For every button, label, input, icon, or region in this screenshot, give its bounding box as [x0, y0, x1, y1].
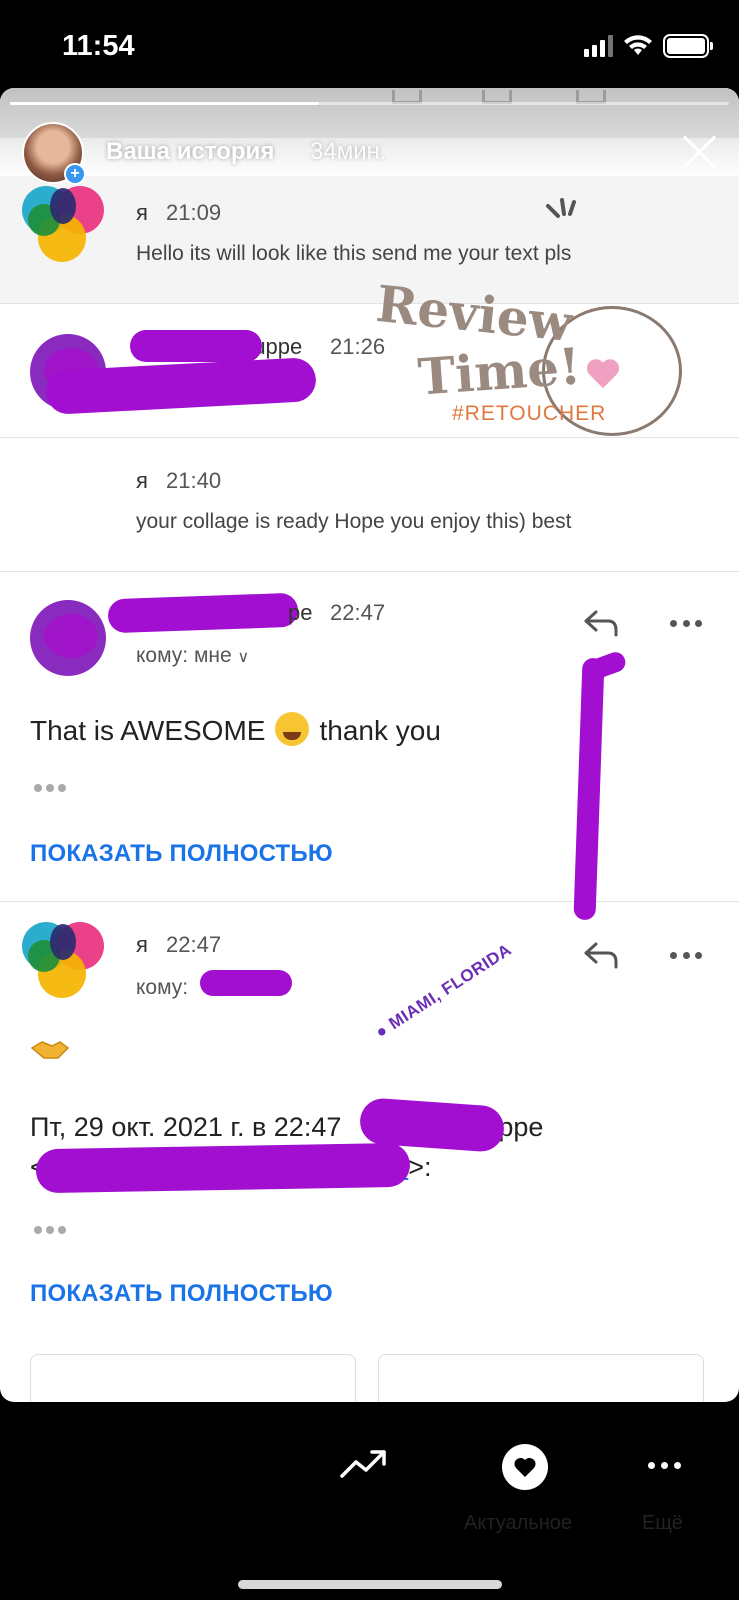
story-content[interactable]: я 21:09 Hello its will look like this se… — [0, 88, 739, 1402]
email-time: 22:47 — [330, 600, 386, 625]
more-label: Ещё — [642, 1512, 683, 1534]
show-full-button[interactable]: ПОКАЗАТЬ ПОЛНОСТЬЮ — [30, 840, 333, 868]
email-time: 21:09 — [166, 200, 222, 225]
email-sender: pe — [288, 600, 313, 625]
body-text-end: thank you — [319, 715, 441, 746]
redaction-scribble — [35, 1142, 411, 1194]
email-row[interactable]: я 21:09 Hello its will look like this se… — [0, 176, 739, 304]
forward-option-card[interactable] — [378, 1354, 704, 1402]
heart-icon — [514, 1457, 536, 1477]
email-snippet: your collage is ready Hope you enjoy thi… — [136, 510, 572, 533]
expand-quoted-icon[interactable] — [34, 784, 66, 792]
redaction-scribble — [130, 330, 262, 362]
body-text-start: That is AWESOME — [30, 715, 266, 746]
story-bottom-bar: Актуальное Ещё — [0, 1402, 739, 1600]
email-time: 21:40 — [166, 468, 222, 493]
heart-sticker-icon — [590, 360, 620, 390]
sparkle-lines-icon — [546, 198, 576, 218]
opened-email: pe 22:47 кому: мне ∨ That is AWESOME than… — [0, 572, 739, 902]
reply-option-card[interactable] — [30, 1354, 356, 1402]
email-body: That is AWESOME thank you — [30, 712, 441, 747]
story-title[interactable]: Ваша история — [106, 138, 274, 166]
highlight-button[interactable] — [502, 1444, 548, 1490]
signal-icon — [584, 35, 613, 57]
to-recipient: кому: — [136, 976, 189, 999]
email-sender: я — [136, 932, 148, 957]
chevron-down-icon: ∨ — [237, 649, 250, 666]
story-progress-fill — [10, 102, 320, 105]
to-line[interactable]: кому: — [136, 976, 188, 1000]
star-struck-emoji-icon — [275, 712, 310, 746]
add-story-icon[interactable]: + — [64, 163, 86, 185]
to-recipient: кому: мне — [136, 644, 232, 667]
reply-icon[interactable] — [582, 608, 622, 638]
close-icon[interactable] — [680, 132, 720, 172]
battery-icon — [663, 34, 713, 58]
email-snippet: Hello its will look like this send me yo… — [136, 242, 572, 265]
reply-icon[interactable] — [582, 940, 622, 970]
story-progress-bar — [10, 102, 729, 105]
handshake-emoji-icon — [30, 1041, 70, 1059]
sender-logo-avatar — [22, 186, 106, 270]
wifi-icon — [624, 35, 652, 55]
status-time: 11:54 — [62, 30, 135, 62]
trending-icon[interactable] — [340, 1448, 388, 1480]
instagram-story-screen: 11:54 я 21:09 Hello its will look like t… — [0, 0, 739, 1600]
email-time: 21:26 — [330, 334, 386, 359]
quote-date: Пт, 29 окт. 2021 г. в 22:47 — [30, 1112, 342, 1142]
retoucher-hashtag: #RETOUCHER — [452, 402, 607, 425]
email-sender: я — [136, 468, 148, 493]
email-row[interactable]: я 21:40 your collage is ready Hope you e… — [0, 438, 739, 572]
to-line[interactable]: кому: мне ∨ — [136, 644, 249, 668]
show-full-button[interactable]: ПОКАЗАТЬ ПОЛНОСТЬЮ — [30, 1280, 333, 1308]
redacted-avatar — [30, 600, 106, 676]
redaction-scribble — [200, 970, 292, 996]
sender-logo-avatar — [22, 922, 106, 1006]
time-sticker-text: Time! — [416, 336, 583, 407]
status-icons — [584, 34, 713, 58]
story-time: 34мин. — [310, 138, 387, 165]
more-icon[interactable] — [670, 940, 702, 970]
more-options-icon[interactable] — [648, 1462, 681, 1469]
status-bar: 11:54 — [0, 0, 739, 92]
quote-bracket-end: >: — [408, 1152, 432, 1182]
highlight-label: Актуальное — [464, 1512, 572, 1534]
email-sender: я — [136, 200, 148, 225]
opened-email: я 22:47 кому: Пт, 29 окт. 2021 г. в 22:4… — [0, 902, 739, 1402]
more-icon[interactable] — [670, 608, 702, 638]
email-time: 22:47 — [166, 932, 222, 957]
expand-quoted-icon[interactable] — [34, 1226, 66, 1234]
home-indicator[interactable] — [238, 1580, 502, 1589]
redaction-scribble — [107, 592, 299, 634]
